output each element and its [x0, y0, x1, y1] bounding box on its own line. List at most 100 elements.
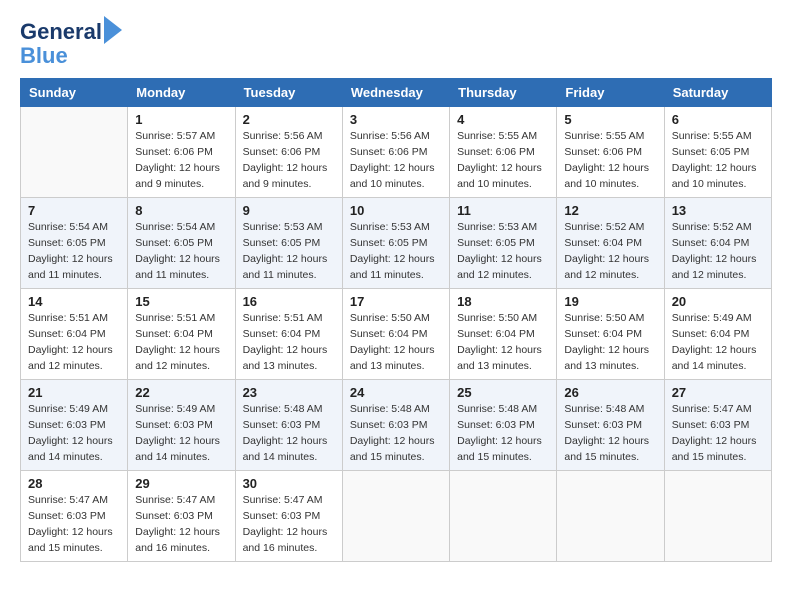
- day-info: Sunrise: 5:54 AMSunset: 6:05 PMDaylight:…: [135, 220, 227, 283]
- day-info: Sunrise: 5:47 AMSunset: 6:03 PMDaylight:…: [135, 493, 227, 556]
- day-number: 22: [135, 385, 227, 400]
- day-number: 12: [564, 203, 656, 218]
- day-number: 24: [350, 385, 442, 400]
- day-info: Sunrise: 5:56 AMSunset: 6:06 PMDaylight:…: [350, 129, 442, 192]
- day-number: 15: [135, 294, 227, 309]
- calendar-cell: 4 Sunrise: 5:55 AMSunset: 6:06 PMDaylight…: [450, 107, 557, 198]
- weekday-header: Thursday: [450, 79, 557, 107]
- calendar-cell: [450, 471, 557, 562]
- logo-arrow-icon: [104, 16, 122, 44]
- calendar-cell: [342, 471, 449, 562]
- calendar-cell: 25Sunrise: 5:48 AMSunset: 6:03 PMDayligh…: [450, 380, 557, 471]
- day-info: Sunrise: 5:51 AMSunset: 6:04 PMDaylight:…: [243, 311, 335, 374]
- weekday-header: Sunday: [21, 79, 128, 107]
- calendar-cell: 11Sunrise: 5:53 AMSunset: 6:05 PMDayligh…: [450, 198, 557, 289]
- day-info: Sunrise: 5:50 AMSunset: 6:04 PMDaylight:…: [564, 311, 656, 374]
- day-info: Sunrise: 5:55 AMSunset: 6:06 PMDaylight:…: [564, 129, 656, 192]
- weekday-header-row: SundayMondayTuesdayWednesdayThursdayFrid…: [21, 79, 772, 107]
- calendar-cell: 22Sunrise: 5:49 AMSunset: 6:03 PMDayligh…: [128, 380, 235, 471]
- calendar-week-row: 21 Sunrise: 5:49 AMSunset: 6:03 PMDayligh…: [21, 380, 772, 471]
- calendar-cell: 3 Sunrise: 5:56 AMSunset: 6:06 PMDaylight…: [342, 107, 449, 198]
- day-info: Sunrise: 5:48 AMSunset: 6:03 PMDaylight:…: [350, 402, 442, 465]
- day-info: Sunrise: 5:49 AMSunset: 6:04 PMDaylight:…: [672, 311, 764, 374]
- calendar-week-row: 7 Sunrise: 5:54 AMSunset: 6:05 PMDaylight…: [21, 198, 772, 289]
- calendar-week-row: 14 Sunrise: 5:51 AMSunset: 6:04 PMDayligh…: [21, 289, 772, 380]
- calendar-cell: 21 Sunrise: 5:49 AMSunset: 6:03 PMDayligh…: [21, 380, 128, 471]
- day-info: Sunrise: 5:52 AMSunset: 6:04 PMDaylight:…: [672, 220, 764, 283]
- day-info: Sunrise: 5:48 AMSunset: 6:03 PMDaylight:…: [457, 402, 549, 465]
- day-number: 5: [564, 112, 656, 127]
- day-number: 14: [28, 294, 120, 309]
- weekday-header: Monday: [128, 79, 235, 107]
- calendar-cell: 13Sunrise: 5:52 AMSunset: 6:04 PMDayligh…: [664, 198, 771, 289]
- calendar-cell: [21, 107, 128, 198]
- calendar-cell: 7 Sunrise: 5:54 AMSunset: 6:05 PMDaylight…: [21, 198, 128, 289]
- day-info: Sunrise: 5:53 AMSunset: 6:05 PMDaylight:…: [350, 220, 442, 283]
- day-number: 4: [457, 112, 549, 127]
- day-info: Sunrise: 5:47 AMSunset: 6:03 PMDaylight:…: [28, 493, 120, 556]
- calendar-cell: 2 Sunrise: 5:56 AMSunset: 6:06 PMDaylight…: [235, 107, 342, 198]
- weekday-header: Saturday: [664, 79, 771, 107]
- day-number: 8: [135, 203, 227, 218]
- calendar-cell: 28Sunrise: 5:47 AMSunset: 6:03 PMDayligh…: [21, 471, 128, 562]
- calendar-cell: [664, 471, 771, 562]
- weekday-header: Friday: [557, 79, 664, 107]
- day-info: Sunrise: 5:49 AMSunset: 6:03 PMDaylight:…: [28, 402, 120, 465]
- calendar-cell: 14Sunrise: 5:51 AMSunset: 6:04 PMDayligh…: [21, 289, 128, 380]
- calendar-table: SundayMondayTuesdayWednesdayThursdayFrid…: [20, 78, 772, 562]
- page-header: General Blue: [20, 20, 772, 68]
- calendar-cell: 23Sunrise: 5:48 AMSunset: 6:03 PMDayligh…: [235, 380, 342, 471]
- day-number: 29: [135, 476, 227, 491]
- weekday-header: Wednesday: [342, 79, 449, 107]
- calendar-cell: 26 Sunrise: 5:48 AMSunset: 6:03 PMDayligh…: [557, 380, 664, 471]
- day-info: Sunrise: 5:53 AMSunset: 6:05 PMDaylight:…: [457, 220, 549, 283]
- day-number: 17: [350, 294, 442, 309]
- logo-blue: Blue: [20, 44, 122, 68]
- calendar-cell: 15 Sunrise: 5:51 AMSunset: 6:04 PMDayligh…: [128, 289, 235, 380]
- day-number: 3: [350, 112, 442, 127]
- calendar-cell: 27Sunrise: 5:47 AMSunset: 6:03 PMDayligh…: [664, 380, 771, 471]
- day-number: 27: [672, 385, 764, 400]
- day-info: Sunrise: 5:50 AMSunset: 6:04 PMDaylight:…: [457, 311, 549, 374]
- calendar-week-row: 1Sunrise: 5:57 AMSunset: 6:06 PMDaylight…: [21, 107, 772, 198]
- day-number: 9: [243, 203, 335, 218]
- calendar-cell: 16 Sunrise: 5:51 AMSunset: 6:04 PMDayligh…: [235, 289, 342, 380]
- day-info: Sunrise: 5:56 AMSunset: 6:06 PMDaylight:…: [243, 129, 335, 192]
- day-number: 16: [243, 294, 335, 309]
- day-number: 7: [28, 203, 120, 218]
- day-info: Sunrise: 5:50 AMSunset: 6:04 PMDaylight:…: [350, 311, 442, 374]
- calendar-cell: 19Sunrise: 5:50 AMSunset: 6:04 PMDayligh…: [557, 289, 664, 380]
- calendar-cell: 8 Sunrise: 5:54 AMSunset: 6:05 PMDaylight…: [128, 198, 235, 289]
- weekday-header: Tuesday: [235, 79, 342, 107]
- day-info: Sunrise: 5:54 AMSunset: 6:05 PMDaylight:…: [28, 220, 120, 283]
- day-number: 10: [350, 203, 442, 218]
- calendar-cell: 30Sunrise: 5:47 AMSunset: 6:03 PMDayligh…: [235, 471, 342, 562]
- calendar-cell: 12 Sunrise: 5:52 AMSunset: 6:04 PMDayligh…: [557, 198, 664, 289]
- day-info: Sunrise: 5:51 AMSunset: 6:04 PMDaylight:…: [135, 311, 227, 374]
- calendar-cell: 17 Sunrise: 5:50 AMSunset: 6:04 PMDayligh…: [342, 289, 449, 380]
- day-info: Sunrise: 5:52 AMSunset: 6:04 PMDaylight:…: [564, 220, 656, 283]
- day-info: Sunrise: 5:53 AMSunset: 6:05 PMDaylight:…: [243, 220, 335, 283]
- day-number: 23: [243, 385, 335, 400]
- calendar-cell: [557, 471, 664, 562]
- calendar-week-row: 28Sunrise: 5:47 AMSunset: 6:03 PMDayligh…: [21, 471, 772, 562]
- calendar-cell: 24 Sunrise: 5:48 AMSunset: 6:03 PMDayligh…: [342, 380, 449, 471]
- calendar-cell: 6Sunrise: 5:55 AMSunset: 6:05 PMDaylight…: [664, 107, 771, 198]
- day-number: 2: [243, 112, 335, 127]
- day-number: 30: [243, 476, 335, 491]
- day-number: 21: [28, 385, 120, 400]
- day-info: Sunrise: 5:55 AMSunset: 6:06 PMDaylight:…: [457, 129, 549, 192]
- day-info: Sunrise: 5:55 AMSunset: 6:05 PMDaylight:…: [672, 129, 764, 192]
- calendar-cell: 18Sunrise: 5:50 AMSunset: 6:04 PMDayligh…: [450, 289, 557, 380]
- calendar-cell: 10 Sunrise: 5:53 AMSunset: 6:05 PMDayligh…: [342, 198, 449, 289]
- logo-general: General: [20, 19, 102, 44]
- calendar-cell: 5 Sunrise: 5:55 AMSunset: 6:06 PMDaylight…: [557, 107, 664, 198]
- calendar-body: 1Sunrise: 5:57 AMSunset: 6:06 PMDaylight…: [21, 107, 772, 562]
- calendar-cell: 20 Sunrise: 5:49 AMSunset: 6:04 PMDayligh…: [664, 289, 771, 380]
- day-number: 26: [564, 385, 656, 400]
- calendar-cell: 1Sunrise: 5:57 AMSunset: 6:06 PMDaylight…: [128, 107, 235, 198]
- day-number: 20: [672, 294, 764, 309]
- day-number: 1: [135, 112, 227, 127]
- calendar-cell: 29 Sunrise: 5:47 AMSunset: 6:03 PMDayligh…: [128, 471, 235, 562]
- day-info: Sunrise: 5:48 AMSunset: 6:03 PMDaylight:…: [564, 402, 656, 465]
